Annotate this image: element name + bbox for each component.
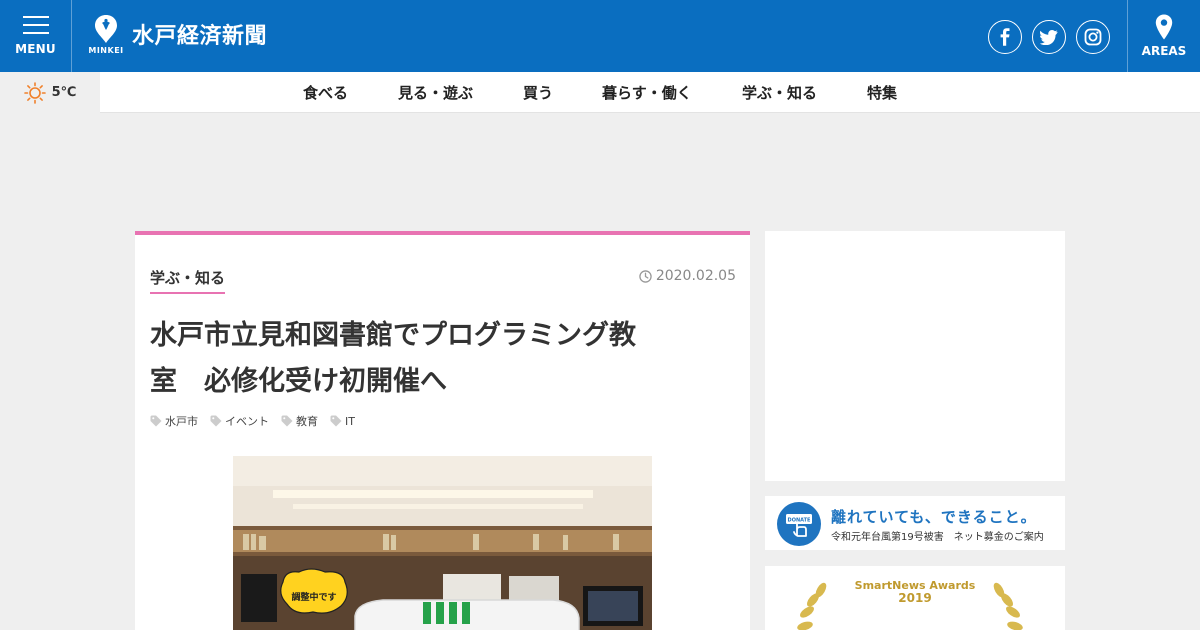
article-date-text: 2020.02.05 bbox=[655, 268, 736, 284]
tag-label: 教育 bbox=[296, 415, 318, 428]
smartnews-awards-banner[interactable]: SmartNews Awards 2019 bbox=[765, 566, 1065, 630]
nav-item-eat[interactable]: 食べる bbox=[303, 82, 348, 103]
library-photo-illustration: 調整中です bbox=[233, 456, 652, 630]
sun-icon bbox=[23, 81, 46, 104]
article-tags: 水戸市 イベント 教育 IT bbox=[150, 413, 367, 429]
photo-sign-text: 調整中です bbox=[291, 591, 336, 603]
twitter-icon bbox=[1040, 29, 1058, 45]
weather-widget: 5℃ bbox=[0, 72, 100, 113]
category-nav: 食べる 見る・遊ぶ 買う 暮らす・働く 学ぶ・知る 特集 bbox=[100, 72, 1200, 113]
minkei-logo-icon bbox=[95, 15, 117, 43]
article-title-line2: 室 必修化受け初開催へ bbox=[150, 366, 447, 397]
article-category[interactable]: 学ぶ・知る bbox=[150, 267, 226, 294]
awards-year: 2019 bbox=[898, 591, 932, 605]
tag-item[interactable]: 水戸市 bbox=[150, 413, 198, 429]
article-title[interactable]: 水戸市立見和図書館でプログラミング教 室 必修化受け初開催へ bbox=[150, 313, 725, 405]
nav-item-features[interactable]: 特集 bbox=[867, 82, 897, 103]
nav-item-shop[interactable]: 買う bbox=[523, 82, 553, 103]
logo-subtitle: MINKEI bbox=[88, 46, 124, 55]
donate-banner[interactable]: DONATE 離れていても、できること。 令和元年台風第19号被害 ネット募金の… bbox=[765, 496, 1065, 550]
donate-badge: DONATE bbox=[777, 502, 821, 546]
site-logo[interactable]: MINKEI 水戸経済新聞 bbox=[88, 14, 267, 55]
weather-temp: 5℃ bbox=[51, 85, 77, 100]
areas-label: AREAS bbox=[1141, 44, 1187, 58]
instagram-icon bbox=[1084, 28, 1102, 46]
article-photo[interactable]: 調整中です bbox=[233, 456, 652, 630]
tag-item[interactable]: イベント bbox=[210, 413, 269, 429]
article-date: 2020.02.05 bbox=[639, 268, 736, 284]
donate-headline: 離れていても、できること。 bbox=[831, 508, 1037, 526]
tag-item[interactable]: IT bbox=[330, 413, 355, 429]
clock-icon bbox=[639, 269, 652, 283]
twitter-link[interactable] bbox=[1032, 20, 1066, 54]
article-title-line1: 水戸市立見和図書館でプログラミング教 bbox=[150, 320, 636, 351]
tag-icon bbox=[150, 415, 162, 427]
facebook-link[interactable] bbox=[988, 20, 1022, 54]
map-pin-icon bbox=[1155, 14, 1173, 40]
instagram-link[interactable] bbox=[1076, 20, 1110, 54]
nav-item-learn[interactable]: 学ぶ・知る bbox=[742, 82, 817, 103]
menu-button[interactable]: MENU bbox=[0, 0, 72, 72]
tag-icon bbox=[281, 415, 293, 427]
nav-item-see-play[interactable]: 見る・遊ぶ bbox=[398, 82, 473, 103]
tag-item[interactable]: 教育 bbox=[281, 413, 318, 429]
tag-icon bbox=[210, 415, 222, 427]
donate-subtext: 令和元年台風第19号被害 ネット募金のご案内 bbox=[831, 532, 1044, 543]
donate-badge-text: DONATE bbox=[788, 518, 811, 524]
tag-label: イベント bbox=[225, 415, 269, 428]
hamburger-icon bbox=[22, 16, 49, 34]
menu-label: MENU bbox=[15, 42, 56, 56]
tag-label: 水戸市 bbox=[165, 415, 198, 428]
areas-button[interactable]: AREAS bbox=[1127, 0, 1200, 72]
article-card: 学ぶ・知る 2020.02.05 水戸市立見和図書館でプログラミング教 室 必修… bbox=[135, 231, 750, 630]
sidebar-ad-slot bbox=[765, 231, 1065, 481]
tag-icon bbox=[330, 415, 342, 427]
site-title: 水戸経済新聞 bbox=[132, 24, 268, 49]
site-header: MENU MINKEI 水戸経済新聞 AREAS bbox=[0, 0, 1200, 72]
facebook-icon bbox=[1000, 28, 1010, 46]
donate-hand-icon: DONATE bbox=[786, 514, 812, 537]
nav-item-live-work[interactable]: 暮らす・働く bbox=[602, 82, 692, 103]
tag-label: IT bbox=[345, 414, 355, 428]
